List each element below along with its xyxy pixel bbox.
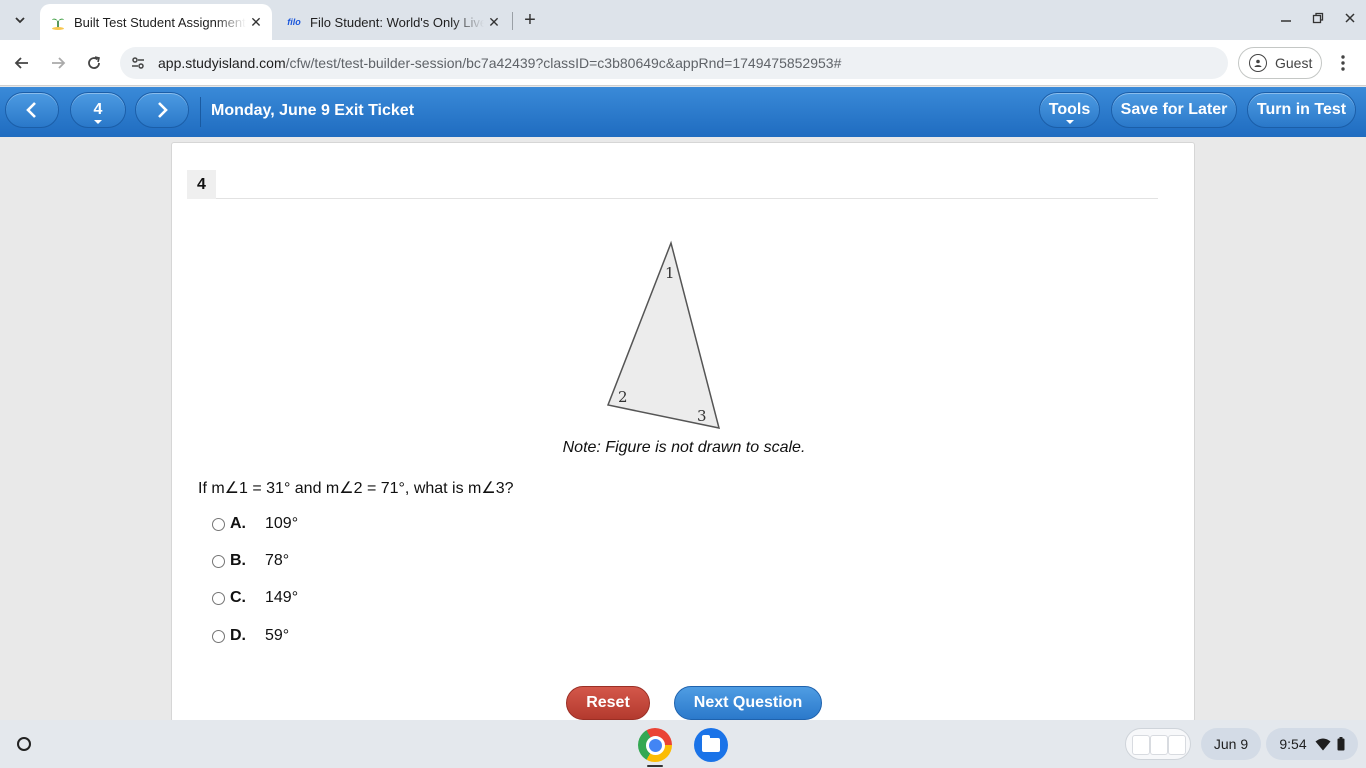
minimize-button[interactable] [1272,6,1300,30]
question-divider [216,198,1158,199]
back-button[interactable] [9,50,35,76]
forward-button[interactable] [45,50,71,76]
tab-studyisland[interactable]: Built Test Student Assignment ✕ [40,4,272,40]
test-title: Monday, June 9 Exit Ticket [211,102,415,119]
browser-menu-button[interactable] [1332,52,1354,74]
radio-button[interactable] [212,554,225,568]
choice-letter: D. [230,627,246,644]
vertex-label-3: 3 [697,407,707,425]
back-arrow-icon [14,57,28,69]
close-window-button[interactable] [1336,6,1364,30]
filo-icon: filo [287,17,301,27]
chevron-left-icon [26,102,36,118]
status-tray[interactable]: 9:54 [1266,728,1358,760]
chevron-right-icon [158,102,168,118]
vertex-label-1: 1 [665,264,675,282]
kebab-menu-icon [1341,55,1345,71]
date-text: Jun 9 [1213,736,1249,752]
answer-choice-b[interactable]: B. 78° [212,550,289,572]
question-selector-value: 4 [93,101,103,118]
tools-label: Tools [1048,101,1091,118]
profile-button[interactable]: Guest [1238,47,1322,79]
answer-choice-d[interactable]: D. 59° [212,625,289,647]
chrome-icon[interactable] [638,728,672,762]
choice-letter: B. [230,552,246,569]
minimize-icon [1281,20,1291,22]
figure-note: Note: Figure is not drawn to scale. [562,439,806,456]
tab-strip: Built Test Student Assignment ✕ filo Fil… [0,0,1366,40]
content-area: 4 1 2 3 Note: Figure is not drawn to sca… [0,137,1366,720]
system-shelf: Jun 9 9:54 [0,720,1366,768]
triangle-figure: 1 2 3 [606,240,721,429]
folder-icon [702,735,720,752]
url-host: app.studyisland.com [158,55,286,71]
tab-title: Built Test Student Assignment [74,14,246,30]
battery-icon [1337,737,1345,751]
wifi-icon [1315,738,1331,750]
previous-question-button[interactable] [5,92,59,128]
vertex-label-2: 2 [618,388,628,406]
save-label: Save for Later [1120,101,1228,118]
next-question-button[interactable]: Next Question [674,686,822,720]
choice-text: 59° [265,627,290,644]
radio-button[interactable] [212,629,225,643]
time-text: 9:54 [1279,736,1307,752]
profile-label: Guest [1275,55,1313,71]
test-header: 4 Monday, June 9 Exit Ticket Tools Save … [0,87,1366,137]
question-selector[interactable]: 4 [70,92,126,128]
next-question-arrow-button[interactable] [135,92,189,128]
question-number: 4 [187,170,216,199]
launcher-icon [17,737,31,751]
thumbnail-icon [1150,735,1168,755]
reset-button[interactable]: Reset [566,686,650,720]
restore-button[interactable] [1304,6,1332,30]
caret-down-icon [94,120,102,124]
tools-button[interactable]: Tools [1039,92,1100,128]
tab-filo[interactable]: filo Filo Student: World's Only Live Ins… [276,4,510,40]
question-prompt: If m∠1 = 31° and m∠2 = 71°, what is m∠3? [198,480,514,497]
person-icon [1249,54,1267,72]
address-bar[interactable]: app.studyisland.com/cfw/test/test-builde… [120,47,1228,79]
answer-choice-a[interactable]: A. 109° [212,513,298,535]
turn-in-test-button[interactable]: Turn in Test [1247,92,1356,128]
url-text: app.studyisland.com/cfw/test/test-builde… [158,55,841,71]
restore-icon [1312,12,1324,24]
studyisland-icon [50,14,66,30]
holding-space-tray[interactable] [1125,728,1191,760]
forward-arrow-icon [52,57,66,69]
tab-search-button[interactable] [8,8,32,32]
turn-in-label: Turn in Test [1256,101,1347,118]
launcher-button[interactable] [12,732,36,756]
thumbnail-icon [1132,735,1150,755]
choice-text: 109° [265,515,299,532]
reload-button[interactable] [81,50,107,76]
date-tray[interactable]: Jun 9 [1201,728,1261,760]
radio-button[interactable] [212,591,225,605]
radio-button[interactable] [212,517,225,531]
url-path: /cfw/test/test-builder-session/bc7a42439… [285,55,842,71]
choice-text: 78° [265,552,290,569]
header-divider [200,97,201,127]
question-card: 4 1 2 3 Note: Figure is not drawn to sca… [171,142,1195,720]
tab-title: Filo Student: World's Only Live Instant … [310,14,484,30]
choice-letter: A. [230,515,246,532]
choice-letter: C. [230,589,246,606]
new-tab-button[interactable]: + [518,8,542,32]
close-icon [1345,13,1355,23]
reload-icon [88,56,100,69]
answer-choice-c[interactable]: C. 149° [212,587,298,609]
site-info-icon[interactable] [128,53,148,73]
save-for-later-button[interactable]: Save for Later [1111,92,1237,128]
tab-separator [512,12,513,30]
close-icon[interactable]: ✕ [484,12,504,32]
running-indicator [647,765,663,767]
thumbnail-icon [1168,735,1186,755]
files-icon[interactable] [694,728,728,762]
chevron-down-icon [15,17,25,24]
caret-down-icon [1065,120,1074,124]
close-icon[interactable]: ✕ [246,12,266,32]
choice-text: 149° [265,589,299,606]
browser-toolbar: app.studyisland.com/cfw/test/test-builde… [0,40,1366,86]
